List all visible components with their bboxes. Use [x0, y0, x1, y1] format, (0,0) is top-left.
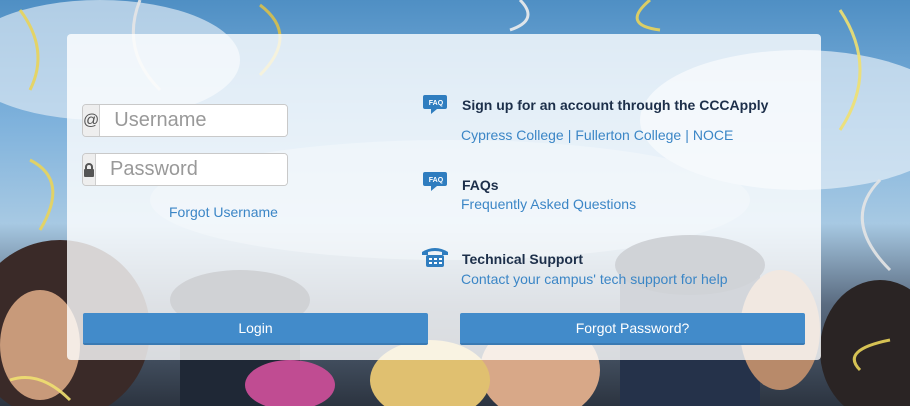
signup-title: Sign up for an account through the CCCAp… — [462, 97, 769, 113]
forgot-username-link[interactable]: Forgot Username — [169, 204, 278, 220]
svg-text:FAQ: FAQ — [429, 100, 444, 107]
login-panel — [67, 34, 821, 360]
support-title: Technical Support — [462, 251, 584, 267]
cypress-college-link[interactable]: Cypress College — [461, 127, 564, 143]
username-input[interactable] — [100, 105, 287, 136]
fullerton-college-link[interactable]: Fullerton College — [575, 127, 681, 143]
faq-icon: FAQ — [423, 95, 447, 114]
faqs-title: FAQs — [462, 177, 499, 193]
password-field-group — [82, 153, 288, 186]
password-input[interactable] — [96, 154, 287, 185]
lock-icon — [83, 154, 96, 185]
faqs-link[interactable]: Frequently Asked Questions — [461, 196, 636, 212]
faq-icon: FAQ — [423, 172, 447, 191]
username-field-group: @ — [82, 104, 288, 137]
signup-links: Cypress College | Fullerton College | NOCE — [461, 127, 733, 143]
login-button[interactable]: Login — [83, 313, 428, 345]
link-separator: | — [685, 127, 689, 143]
telephone-icon — [422, 248, 448, 267]
link-separator: | — [567, 127, 572, 143]
forgot-password-button[interactable]: Forgot Password? — [460, 313, 805, 345]
at-sign-icon: @ — [83, 105, 101, 136]
svg-text:FAQ: FAQ — [429, 177, 444, 184]
noce-link[interactable]: NOCE — [693, 127, 733, 143]
support-link[interactable]: Contact your campus' tech support for he… — [461, 271, 727, 287]
